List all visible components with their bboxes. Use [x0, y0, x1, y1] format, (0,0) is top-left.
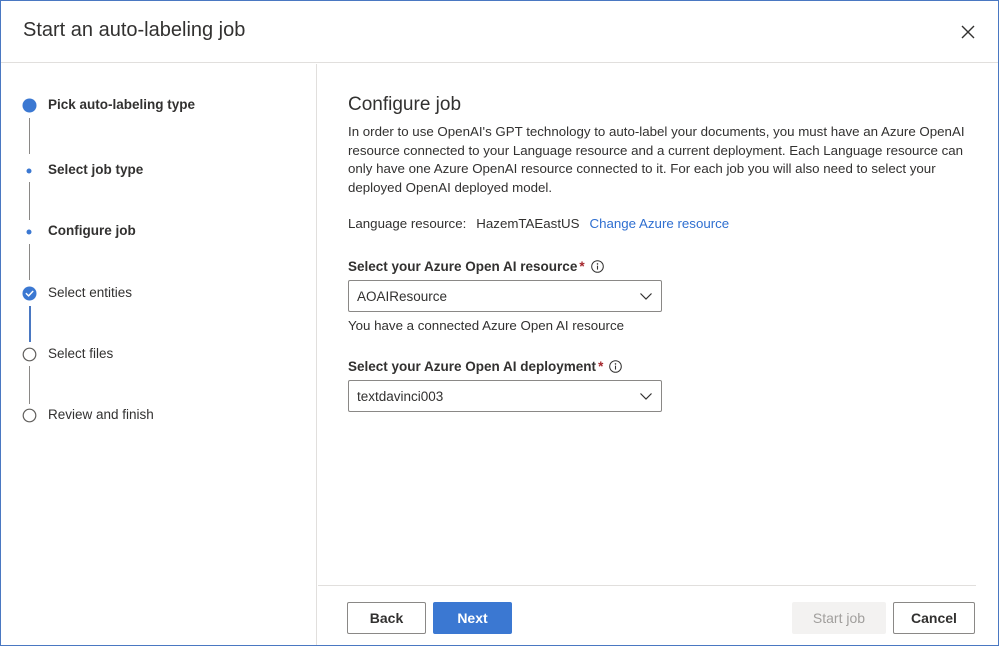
- step-label: Select files: [48, 346, 114, 361]
- required-mark: *: [579, 259, 585, 274]
- deployment-label-text: Select your Azure Open AI deployment: [348, 359, 597, 374]
- footer-divider: [318, 585, 976, 586]
- step-connector: [28, 306, 31, 342]
- empty-circle-icon: [22, 347, 37, 362]
- language-resource-label: Language resource:: [348, 216, 467, 231]
- step-label: Pick auto-labeling type: [48, 97, 196, 112]
- step-connector: [29, 366, 30, 404]
- back-button[interactable]: Back: [347, 602, 426, 634]
- chevron-down-icon: [640, 293, 652, 300]
- step-review-and-finish[interactable]: Review and finish: [1, 404, 301, 428]
- step-label: Select job type: [48, 162, 144, 177]
- close-button[interactable]: [956, 20, 980, 44]
- language-resource-value: HazemTAEastUS: [476, 216, 580, 231]
- step-connector: [29, 118, 30, 154]
- page-title: Configure job: [348, 94, 462, 115]
- required-mark: *: [598, 359, 604, 374]
- start-job-button[interactable]: Start job: [792, 602, 886, 634]
- chevron-down-icon: [640, 393, 652, 400]
- dialog-title: Start an auto-labeling job: [23, 19, 246, 41]
- info-icon[interactable]: [609, 360, 623, 373]
- dropdown-value: textdavinci003: [357, 389, 444, 404]
- main-panel: Configure job In order to use OpenAI's G…: [318, 64, 998, 584]
- dropdown-value: AOAIResource: [357, 289, 448, 304]
- change-azure-resource-link[interactable]: Change Azure resource: [590, 216, 730, 231]
- step-select-job-type[interactable]: Select job type: [1, 159, 301, 183]
- description-text: In order to use OpenAI's GPT technology …: [348, 124, 965, 195]
- wizard-steps: Pick auto-labeling type Select job type …: [1, 64, 317, 645]
- step-label: Select entities: [48, 285, 133, 300]
- resource-label-text: Select your Azure Open AI resource: [348, 259, 578, 274]
- info-icon[interactable]: [590, 260, 604, 273]
- step-select-entities[interactable]: Select entities: [1, 282, 301, 306]
- step-configure-job[interactable]: Configure job: [1, 220, 301, 244]
- step-select-files[interactable]: Select files: [1, 343, 301, 367]
- step-connector: [29, 244, 30, 280]
- close-icon: [961, 25, 975, 39]
- auto-labeling-dialog: Start an auto-labeling job Pick auto-lab…: [0, 0, 999, 646]
- check-circle-icon: [22, 286, 37, 301]
- azure-openai-resource-dropdown[interactable]: AOAIResource: [348, 280, 662, 312]
- substep-dot-icon: [26, 168, 32, 174]
- step-connector: [29, 182, 30, 220]
- deployment-field-label: Select your Azure Open AI deployment *: [348, 359, 623, 374]
- dialog-header: Start an auto-labeling job: [1, 1, 998, 63]
- step-pick-auto-labeling-type[interactable]: Pick auto-labeling type: [1, 94, 301, 118]
- language-resource-row: Language resource: HazemTAEastUS Change …: [348, 216, 729, 231]
- step-label: Review and finish: [48, 407, 154, 422]
- empty-circle-icon: [22, 408, 37, 423]
- step-label: Configure job: [48, 223, 136, 238]
- cancel-button[interactable]: Cancel: [893, 602, 975, 634]
- resource-field-label: Select your Azure Open AI resource *: [348, 259, 604, 274]
- next-button[interactable]: Next: [433, 602, 512, 634]
- substep-dot-icon: [26, 229, 32, 235]
- azure-openai-deployment-dropdown[interactable]: textdavinci003: [348, 380, 662, 412]
- resource-helper-text: You have a connected Azure Open AI resou…: [348, 318, 624, 333]
- current-step-icon: [22, 98, 37, 113]
